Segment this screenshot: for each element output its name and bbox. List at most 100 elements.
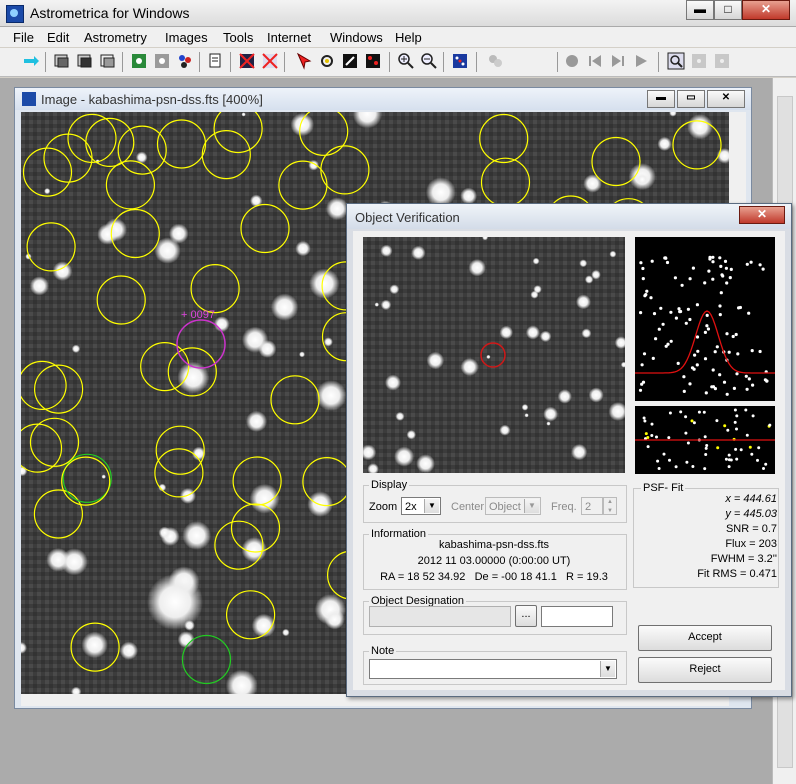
star bbox=[258, 339, 277, 358]
dice-icon[interactable] bbox=[451, 52, 469, 70]
psf-sample-point bbox=[684, 321, 688, 325]
designation-number-input[interactable] bbox=[541, 606, 613, 627]
star bbox=[97, 223, 118, 245]
accept-button[interactable]: Accept bbox=[638, 625, 772, 651]
residual-point bbox=[735, 414, 739, 418]
gray-tool-icon-2[interactable] bbox=[713, 52, 731, 70]
psf-sample-point bbox=[665, 260, 670, 265]
load-flat-icon[interactable] bbox=[99, 52, 117, 70]
cursor-red-icon[interactable] bbox=[294, 52, 312, 70]
psf-sample-point bbox=[642, 352, 647, 356]
residual-point bbox=[650, 434, 654, 437]
psf-sample-point bbox=[724, 266, 728, 270]
zoom-out-icon[interactable] bbox=[420, 52, 438, 70]
next-icon[interactable] bbox=[609, 52, 627, 70]
note-label: Note bbox=[369, 645, 397, 657]
psf-snr: SNR = 0.7 bbox=[725, 523, 777, 535]
blink-disabled-icon[interactable] bbox=[486, 52, 504, 70]
object-verification-dialog: Object Verification ✕ Display Zoom 2x ▼ C… bbox=[346, 203, 792, 697]
psf-sample-point bbox=[652, 312, 657, 316]
star bbox=[468, 259, 486, 277]
star bbox=[182, 521, 212, 550]
close-button[interactable]: ✕ bbox=[742, 0, 790, 20]
freq-input[interactable]: 2 bbox=[581, 497, 603, 515]
residual-point bbox=[734, 447, 738, 451]
menu-file[interactable]: File bbox=[13, 30, 34, 45]
star bbox=[557, 389, 572, 404]
blink-icon[interactable] bbox=[238, 52, 256, 70]
psf-sample-point bbox=[744, 374, 748, 378]
load-dark-icon[interactable] bbox=[76, 52, 94, 70]
play-icon[interactable] bbox=[632, 52, 650, 70]
image-minimize-button[interactable]: ▬ bbox=[647, 90, 675, 108]
star bbox=[71, 344, 81, 353]
psf-sample-point bbox=[706, 327, 710, 331]
load-images-icon[interactable] bbox=[53, 52, 71, 70]
note-select[interactable]: ▼ bbox=[369, 659, 617, 679]
menu-edit[interactable]: Edit bbox=[47, 30, 69, 45]
stop-icon[interactable] bbox=[563, 52, 581, 70]
residual-point bbox=[764, 462, 768, 466]
designation-browse-button[interactable]: ... bbox=[515, 605, 537, 627]
star bbox=[395, 411, 405, 421]
center-select[interactable]: Object ▼ bbox=[485, 497, 541, 515]
freq-spin[interactable]: ▲ ▼ bbox=[603, 497, 617, 515]
settings-icon[interactable] bbox=[207, 52, 225, 70]
delete-icon[interactable] bbox=[261, 52, 279, 70]
gray-tool-icon-1[interactable] bbox=[690, 52, 708, 70]
residual-point bbox=[642, 416, 646, 420]
pen-icon[interactable] bbox=[341, 52, 359, 70]
catalog-stars-icon[interactable] bbox=[176, 52, 194, 70]
menu-windows[interactable]: Windows bbox=[330, 30, 383, 45]
star bbox=[411, 245, 426, 260]
star bbox=[460, 187, 478, 205]
data-reduction-icon[interactable] bbox=[22, 52, 40, 70]
zoom-in-icon[interactable] bbox=[397, 52, 415, 70]
toolbar: 2 ▲▼ bbox=[0, 48, 796, 120]
menu-internet[interactable]: Internet bbox=[267, 30, 311, 45]
psf-sample-point bbox=[725, 392, 729, 396]
psf-sample-point bbox=[711, 368, 715, 372]
reject-button[interactable]: Reject bbox=[638, 657, 772, 683]
zoom-select[interactable]: 2x ▼ bbox=[401, 497, 441, 515]
menu-help[interactable]: Help bbox=[395, 30, 422, 45]
psf-sample-point bbox=[761, 267, 765, 271]
freq-label: Freq. bbox=[551, 501, 577, 513]
star bbox=[282, 628, 290, 637]
star bbox=[583, 174, 602, 193]
psf-sample-point bbox=[674, 316, 678, 320]
psf-sample-point bbox=[673, 276, 677, 280]
designation-input[interactable] bbox=[369, 606, 511, 627]
search-icon[interactable] bbox=[667, 52, 685, 70]
psf-sample-point bbox=[751, 383, 755, 387]
dialog-close-button[interactable]: ✕ bbox=[739, 206, 785, 224]
menu-images[interactable]: Images bbox=[165, 30, 208, 45]
residual-point bbox=[715, 419, 719, 423]
psf-sample-point bbox=[763, 378, 767, 382]
maximize-button[interactable]: □ bbox=[714, 0, 742, 20]
menu-astrometry[interactable]: Astrometry bbox=[84, 30, 147, 45]
star bbox=[213, 316, 230, 332]
residual-point bbox=[733, 408, 737, 412]
star-icon-gray[interactable] bbox=[153, 52, 171, 70]
minimize-button[interactable]: ▬ bbox=[686, 0, 714, 20]
psf-sample-point bbox=[651, 356, 655, 360]
previous-icon[interactable] bbox=[586, 52, 604, 70]
star bbox=[576, 294, 591, 310]
psf-sample-point bbox=[745, 262, 749, 266]
circle-icon[interactable] bbox=[318, 52, 336, 70]
star-icon-green[interactable] bbox=[130, 52, 148, 70]
menu-tools[interactable]: Tools bbox=[223, 30, 253, 45]
psf-sample-point bbox=[645, 289, 649, 293]
residual-point bbox=[684, 415, 688, 419]
psf-sample-point bbox=[644, 293, 648, 297]
image-close-button[interactable]: ✕ bbox=[707, 90, 745, 108]
image-restore-button[interactable]: ▭ bbox=[677, 90, 705, 108]
star-field-icon[interactable] bbox=[364, 52, 382, 70]
psf-sample-point bbox=[669, 339, 673, 343]
residual-point bbox=[657, 467, 661, 470]
main-title-bar: Astrometrica for Windows ▬ □ ✕ bbox=[0, 0, 796, 27]
star bbox=[241, 112, 246, 117]
psf-sample-point bbox=[703, 281, 707, 285]
psf-sample-point bbox=[676, 361, 680, 365]
